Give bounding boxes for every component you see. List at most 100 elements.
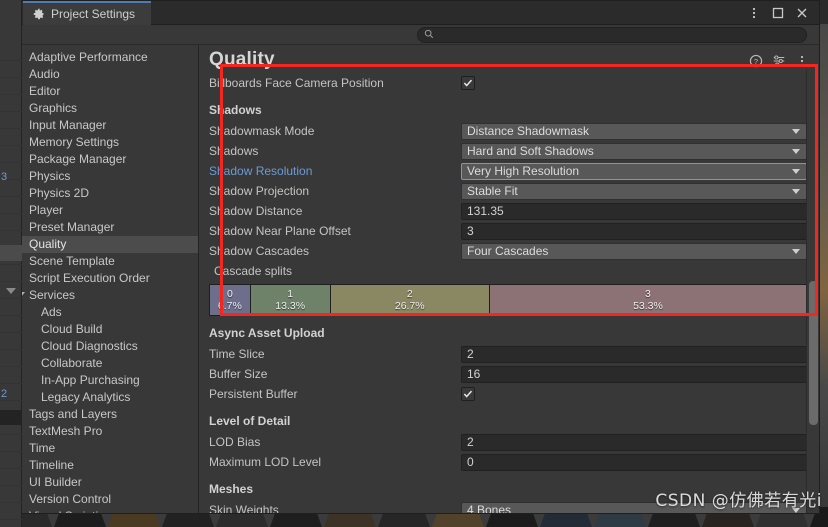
help-icon[interactable]: ? [749,54,763,68]
page-title: Quality [209,49,275,70]
kebab-menu-icon[interactable] [747,6,761,20]
checkbox-billboards-face-camera[interactable] [461,76,475,90]
input-maximum-lod-level[interactable]: 0 [461,453,807,471]
sidebar-item-label: Legacy Analytics [41,390,131,404]
search-bar-row [1,25,819,45]
sidebar-item-preset-manager[interactable]: Preset Manager [1,219,198,236]
sidebar-item-physics[interactable]: Physics [1,168,198,185]
label-buffer-size: Buffer Size [209,367,268,381]
dropdown-shadow-resolution[interactable]: Very High Resolution [461,162,807,180]
value-buffer-size: 16 [467,367,481,381]
sidebar-item-label: Collaborate [41,356,103,370]
label-persistent-buffer: Persistent Buffer [209,387,298,401]
scrollbar-thumb[interactable] [809,281,818,425]
label-shadow-projection: Shadow Projection [209,184,310,198]
row-shadow-projection: Shadow Projection Stable Fit [209,181,807,201]
search-input[interactable] [438,28,800,41]
sidebar-item-services[interactable]: Services [1,287,198,304]
sidebar-item-ui-builder[interactable]: UI Builder [1,474,198,491]
sidebar-item-legacy-analytics[interactable]: Legacy Analytics [1,389,198,406]
label-shadow-near-plane-offset: Shadow Near Plane Offset [209,224,351,238]
background-hint-value-2: 2 [1,388,8,400]
input-lod-bias[interactable]: 2 [461,433,807,451]
sidebar-item-scene-template[interactable]: Scene Template [1,253,198,270]
sidebar-item-in-app-purchasing[interactable]: In-App Purchasing [1,372,198,389]
sidebar-item-label: Visual Scripting [29,509,112,513]
dropdown-skin-weights[interactable]: 4 Bones [461,501,807,513]
panel-kebab-menu-icon[interactable] [795,54,809,68]
label-shadows: Shadows [209,144,259,158]
dropdown-shadow-projection[interactable]: Stable Fit [461,182,807,200]
label-maximum-lod-level: Maximum LOD Level [209,455,322,469]
quality-fields: Billboards Face Camera Position Shadows … [199,73,819,513]
sidebar-item-timeline[interactable]: Timeline [1,457,198,474]
cascade-segment-2[interactable]: 2 26.7% [330,285,489,315]
sidebar-item-label: Time [29,441,56,455]
background-dark-row [0,410,22,425]
panel-vertical-scrollbar[interactable] [806,69,819,513]
sidebar-item-collaborate[interactable]: Collaborate [1,355,198,372]
value-shadow-near-plane-offset: 3 [467,224,474,238]
cascade-segment-1[interactable]: 1 13.3% [250,285,330,315]
sidebar-item-input-manager[interactable]: Input Manager [1,117,198,134]
window-controls [747,1,815,25]
sidebar-item-label: Cloud Diagnostics [41,339,138,353]
input-shadow-distance[interactable]: 131.35 [461,202,807,220]
row-shadows: Shadows Hard and Soft Shadows [209,141,807,161]
cascade-segment-0[interactable]: 0 6.7% [210,285,250,315]
preset-icon[interactable] [772,54,786,68]
sidebar-item-quality[interactable]: Quality [1,236,198,253]
sidebar-item-label: Tags and Layers [29,407,118,421]
sidebar-item-cloud-diagnostics[interactable]: Cloud Diagnostics [1,338,198,355]
chevron-down-icon [792,508,800,513]
sidebar-item-textmesh-pro[interactable]: TextMesh Pro [1,423,198,440]
tab-project-settings[interactable]: Project Settings [23,1,152,25]
tab-label: Project Settings [51,7,136,21]
value-time-slice: 2 [467,347,474,361]
quality-settings-panel: Quality ? Billboards Face Camera Positio… [199,45,819,513]
dropdown-shadowmask-mode[interactable]: Distance Shadowmask [461,122,807,140]
sidebar-item-audio[interactable]: Audio [1,66,198,83]
value-shadow-projection: Stable Fit [467,184,518,198]
search-box[interactable] [417,26,807,43]
dropdown-shadow-cascades[interactable]: Four Cascades [461,242,807,260]
close-icon[interactable] [795,6,809,20]
sidebar-item-package-manager[interactable]: Package Manager [1,151,198,168]
sidebar-item-visual-scripting[interactable]: Visual Scripting [1,508,198,513]
label-lod-bias: LOD Bias [209,435,261,449]
sidebar-item-editor[interactable]: Editor [1,83,198,100]
input-buffer-size[interactable]: 16 [461,365,807,383]
input-time-slice[interactable]: 2 [461,345,807,363]
input-shadow-near-plane-offset[interactable]: 3 [461,222,807,240]
sidebar-item-time[interactable]: Time [1,440,198,457]
row-shadowmask-mode: Shadowmask Mode Distance Shadowmask [209,121,807,141]
background-triangle-icon [6,288,16,294]
cascade-splits-bar[interactable]: 0 6.7% 1 13.3% 2 26.7% 3 53.3% [209,284,807,316]
sidebar-item-cloud-build[interactable]: Cloud Build [1,321,198,338]
sidebar-item-tags-and-layers[interactable]: Tags and Layers [1,406,198,423]
sidebar-item-graphics[interactable]: Graphics [1,100,198,117]
chevron-down-icon [792,169,800,174]
cascade-segment-3[interactable]: 3 53.3% [489,285,806,315]
dropdown-shadows[interactable]: Hard and Soft Shadows [461,142,807,160]
gear-icon [33,8,45,20]
sidebar-item-script-execution-order[interactable]: Script Execution Order [1,270,198,287]
checkbox-persistent-buffer[interactable] [461,387,475,401]
sidebar-item-memory-settings[interactable]: Memory Settings [1,134,198,151]
sidebar-item-adaptive-performance[interactable]: Adaptive Performance [1,49,198,66]
sidebar-item-physics-2d[interactable]: Physics 2D [1,185,198,202]
sidebar-item-version-control[interactable]: Version Control [1,491,198,508]
chevron-down-icon [792,189,800,194]
row-buffer-size: Buffer Size 16 [209,364,807,384]
sidebar-item-ads[interactable]: Ads [1,304,198,321]
panel-header-icons: ? [749,54,809,71]
sidebar-item-label: Ads [41,305,62,319]
cascade-index: 2 [406,288,413,300]
chevron-down-icon [792,149,800,154]
sidebar-item-player[interactable]: Player [1,202,198,219]
maximize-icon[interactable] [771,6,785,20]
sidebar-item-label: TextMesh Pro [29,424,103,438]
chevron-down-icon [792,249,800,254]
label-shadow-distance: Shadow Distance [209,204,303,218]
label-shadowmask-mode: Shadowmask Mode [209,124,315,138]
